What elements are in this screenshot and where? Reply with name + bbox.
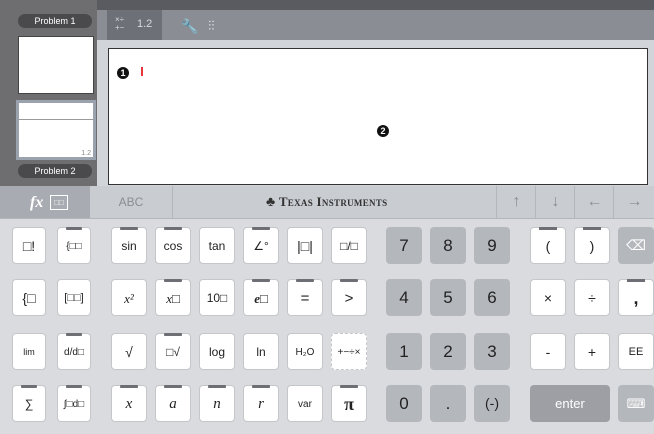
absolute-value-key[interactable]: |□| [287,227,323,264]
equals-key[interactable]: = [287,279,323,316]
var-key[interactable]: var [287,385,323,422]
arrow-right-button[interactable]: → [613,186,654,218]
page-sorter-sidebar: Problem 1 1.2 Problem 2 [0,0,97,186]
decimal-point-key[interactable]: . [430,385,466,422]
digit-5-key[interactable]: 5 [430,279,466,316]
enter-key[interactable]: enter [530,385,610,422]
document-toolbar: ×÷ +− 1.2 🔧 ⫶⫶ [97,0,654,40]
texas-instruments-logo: ♣ Texas Instruments [266,194,387,211]
multiply-key[interactable]: × [530,279,566,316]
abc-tab[interactable]: ABC [90,186,173,218]
ln-key[interactable]: ln [243,333,279,370]
brand-name: Texas Instruments [278,194,388,209]
thumb-divider [19,119,93,120]
callout-badge-1: 1 [117,67,129,79]
fraction-key[interactable]: □/□ [331,227,367,264]
template-box-icon: □□ [50,195,68,210]
log-key[interactable]: log [199,333,235,370]
digit-6-key[interactable]: 6 [474,279,510,316]
document-canvas[interactable]: 1 2 [108,48,648,185]
chemistry-key[interactable]: H₂O [287,333,323,370]
thumb-page-number: 1.2 [81,150,91,157]
ti-state-logo-icon: ♣ [266,195,276,210]
angle-key[interactable]: ∠° [243,227,279,264]
settings-sliders-icon[interactable]: ⫶⫶ [208,18,215,34]
n-variable-key[interactable]: n [199,385,235,422]
greater-than-key[interactable]: > [331,279,367,316]
operators-key[interactable]: +−÷× [331,333,367,370]
arrow-down-button[interactable]: ↓ [535,186,575,218]
ten-power-key[interactable]: 10□ [199,279,235,316]
sqrt-key[interactable]: √ [111,333,147,370]
matrix-key[interactable]: [□□] [57,279,91,316]
comma-key[interactable]: , [618,279,654,316]
add-key[interactable]: + [574,333,610,370]
limit-key[interactable]: lim [12,333,46,370]
piecewise-key[interactable]: {□□ [57,227,91,264]
digit-8-key[interactable]: 8 [430,227,466,264]
page-tab-number: 1.2 [137,18,153,30]
digit-4-key[interactable]: 4 [386,279,422,316]
fx-templates-tab[interactable]: fx □□ [0,186,90,218]
keyboard-toggle-icon[interactable]: ⌨ [618,385,654,422]
keyboard-body: □! {□□ {□ [□□] lim d/d□ ∑ ∫□d□ sin cos t… [0,219,654,434]
digit-3-key[interactable]: 3 [474,333,510,370]
calculator-app-icon: ×÷ +− [115,15,125,32]
digit-0-key[interactable]: 0 [386,385,422,422]
square-key[interactable]: x² [111,279,147,316]
pi-key[interactable]: π [331,385,367,422]
problem1-tab[interactable]: Problem 1 [18,14,92,28]
cos-key[interactable]: cos [155,227,191,264]
divide-key[interactable]: ÷ [574,279,610,316]
digit-1-key[interactable]: 1 [386,333,422,370]
text-cursor [141,67,143,76]
page-thumbnail-1[interactable] [18,36,94,94]
digit-2-key[interactable]: 2 [430,333,466,370]
negative-key[interactable]: (-) [474,385,510,422]
nth-root-key[interactable]: □√ [155,333,191,370]
keyboard-header: fx □□ ABC ♣ Texas Instruments ↑ ↓ ← → [0,186,654,219]
backspace-icon[interactable]: ⌫ [618,227,654,264]
integral-key[interactable]: ∫□d□ [57,385,91,422]
power-key[interactable]: x□ [155,279,191,316]
digit-7-key[interactable]: 7 [386,227,422,264]
subtract-key[interactable]: - [530,333,566,370]
wrench-icon[interactable]: 🔧 [181,18,198,35]
factorial-key[interactable]: □! [12,227,46,264]
problem2-tab[interactable]: Problem 2 [18,164,92,178]
close-paren-key[interactable]: ) [574,227,610,264]
page-thumbnail-2-selected[interactable]: 1.2 [16,100,96,160]
ee-key[interactable]: EE [618,333,654,370]
sin-key[interactable]: sin [111,227,147,264]
page-tab[interactable]: ×÷ +− 1.2 [107,10,162,40]
fx-label: fx [30,194,44,211]
arrow-left-button[interactable]: ← [574,186,614,218]
a-variable-key[interactable]: a [155,385,191,422]
arrow-up-button[interactable]: ↑ [496,186,536,218]
callout-badge-2: 2 [377,125,389,137]
summation-key[interactable]: ∑ [12,385,46,422]
derivative-key[interactable]: d/d□ [57,333,91,370]
digit-9-key[interactable]: 9 [474,227,510,264]
system-key[interactable]: {□ [12,279,46,316]
tan-key[interactable]: tan [199,227,235,264]
open-paren-key[interactable]: ( [530,227,566,264]
exp-key[interactable]: e□ [243,279,279,316]
r-variable-key[interactable]: r [243,385,279,422]
x-variable-key[interactable]: x [111,385,147,422]
